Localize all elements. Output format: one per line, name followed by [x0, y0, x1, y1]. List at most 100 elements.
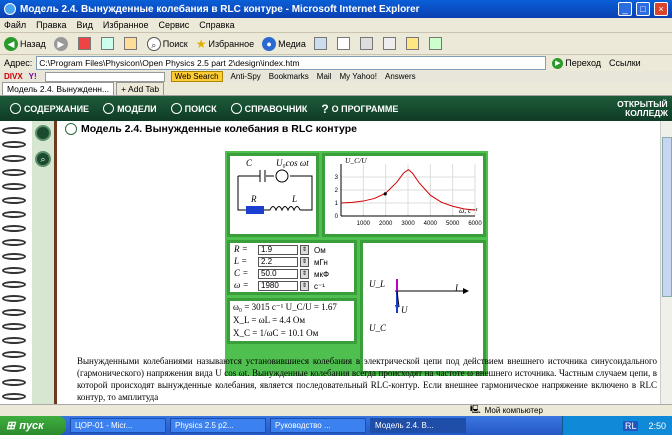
search-button[interactable]: ⌕ Поиск [146, 36, 188, 51]
param-spinner[interactable]: ⇕ [300, 257, 309, 267]
menu-view[interactable]: Вид [77, 20, 93, 30]
param-unit: мГн [314, 258, 328, 267]
y-tick-label: 3 [335, 175, 339, 181]
media-button[interactable]: ● Медиа [262, 36, 306, 51]
inductor-label: L [292, 194, 298, 204]
app-navigation: СОДЕРЖАНИЕ МОДЕЛИ ПОИСК СПРАВОЧНИК ? О ПР… [0, 96, 672, 121]
back-page-button[interactable] [35, 125, 51, 141]
model-icon [65, 123, 77, 135]
nav-models[interactable]: МОДЕЛИ [103, 103, 157, 114]
vertical-scrollbar[interactable] [660, 121, 672, 404]
param-input[interactable]: 1980 [258, 281, 298, 291]
task-physics[interactable]: Physics 2.5 p2... [170, 418, 266, 433]
back-arrow-icon: ◀ [4, 36, 18, 51]
answers-link[interactable]: Answers [385, 72, 416, 81]
results-panel: ω₀ = 3015 c⁻¹ U_C/U = 1.67 X_L = ωL = 4.… [227, 298, 357, 344]
resonance-chart: 1000 2000 3000 4000 5000 6000 3 2 1 0 [335, 164, 482, 227]
y-tick-label: 0 [335, 214, 339, 220]
phasor-uc-label: U_C [369, 323, 387, 333]
forward-arrow-icon: ▶ [53, 36, 68, 51]
y-axis-label: U_C/U [345, 156, 367, 165]
param-spinner[interactable]: ⇕ [300, 245, 309, 255]
start-button[interactable]: ⊞ пуск [0, 416, 66, 435]
history-button[interactable] [313, 37, 329, 50]
menu-help[interactable]: Справка [199, 20, 234, 30]
tab-current[interactable]: Модель 2.4. Вынужденн... [2, 82, 115, 95]
param-input[interactable]: 50.0 [258, 269, 298, 279]
links-label[interactable]: Ссылки [609, 58, 641, 68]
print-icon [359, 37, 373, 50]
task-guide[interactable]: Руководство ... [270, 418, 366, 433]
taskbar: ⊞ пуск ЦОР-01 - Micr... Physics 2.5 p2...… [0, 416, 672, 435]
nav-reference[interactable]: СПРАВОЧНИК [230, 103, 307, 114]
task-cor[interactable]: ЦОР-01 - Micr... [70, 418, 166, 433]
mail-button[interactable] [336, 37, 352, 50]
nav-contents[interactable]: СОДЕРЖАНИЕ [10, 103, 89, 114]
param-unit: Ом [314, 246, 326, 255]
print-button[interactable] [359, 37, 375, 50]
discuss-icon [405, 37, 419, 50]
param-unit: мкФ [314, 270, 330, 279]
source-label: U₀cos ωt [276, 158, 309, 168]
task-model[interactable]: Модель 2.4. В... [370, 418, 466, 433]
zoom-button[interactable]: ⌕ [35, 151, 51, 167]
refresh-button[interactable] [100, 37, 116, 50]
menu-bar: Файл Правка Вид Избранное Сервис Справка [0, 18, 672, 33]
x-tick-label: 5000 [446, 221, 460, 227]
search-icon [170, 103, 182, 114]
stop-button[interactable] [77, 37, 93, 50]
language-indicator[interactable]: RL [622, 420, 639, 431]
mail-link[interactable]: Mail [317, 72, 332, 81]
y-tick-label: 2 [335, 188, 339, 194]
menu-favorites[interactable]: Избранное [103, 20, 149, 30]
add-tab-button[interactable]: + Add Tab [116, 82, 165, 95]
yahoo-search-input[interactable] [44, 71, 165, 82]
close-button[interactable]: × [654, 2, 668, 16]
edit-button[interactable] [382, 37, 398, 50]
messenger-button[interactable] [428, 37, 444, 50]
param-input[interactable]: 2.2 [258, 257, 298, 267]
menu-tools[interactable]: Сервис [158, 20, 189, 30]
go-button[interactable]: ▶ Переход [552, 57, 601, 69]
refresh-icon [100, 37, 114, 50]
maximize-button[interactable]: □ [636, 2, 650, 16]
resonance-graph-panel: 1000 2000 3000 4000 5000 6000 3 2 1 0 U_C/U ω, c⁻… [322, 153, 486, 237]
models-icon [103, 103, 115, 114]
magnifier-icon: ⌕ [40, 154, 46, 164]
clock: 2:50 [648, 420, 666, 431]
phasor-u-label: U [401, 305, 408, 315]
yahoo-logo: Y! [28, 72, 37, 81]
discuss-button[interactable] [405, 37, 421, 50]
param-spinner[interactable]: ⇕ [300, 269, 309, 279]
favorites-button[interactable]: ★ Избранное [196, 37, 254, 51]
minimize-button[interactable]: _ [618, 2, 632, 16]
param-input[interactable]: 1.9 [258, 245, 298, 255]
nav-about[interactable]: ? О ПРОГРАММЕ [321, 102, 398, 116]
x-tick-label: 6000 [468, 221, 482, 227]
nav-search[interactable]: ПОИСК [170, 103, 217, 114]
bookmarks-button[interactable]: Bookmarks [269, 72, 309, 81]
forward-button[interactable]: ▶ [53, 36, 70, 51]
menu-edit[interactable]: Правка [36, 20, 66, 30]
circuit-panel: C U₀cos ωt R L [227, 153, 319, 237]
toolbar: ◀ Назад ▶ ⌕ Поиск ★ Избранное ● Медиа [0, 33, 672, 55]
book-icon [230, 103, 242, 114]
address-bar: Адрес: C:\Program Files\Physicon\Open Ph… [0, 55, 672, 71]
address-input[interactable]: C:\Program Files\Physicon\Open Physics 2… [36, 56, 547, 70]
question-icon: ? [321, 101, 329, 116]
x-axis-label: ω, c⁻¹ [459, 206, 478, 215]
menu-file[interactable]: Файл [4, 20, 26, 30]
anti-spy-button[interactable]: Anti-Spy [231, 72, 261, 81]
scrollbar-thumb[interactable] [662, 137, 672, 297]
home-button[interactable] [123, 37, 139, 50]
mail-icon [336, 37, 350, 50]
web-search-button[interactable]: Web Search [170, 71, 223, 82]
description-text: Вынужденными колебаниями называются уста… [77, 356, 657, 402]
address-label: Адрес: [4, 58, 33, 68]
back-button[interactable]: ◀ Назад [4, 36, 46, 51]
my-yahoo-link[interactable]: My Yahoo! [339, 72, 377, 81]
windows-logo-icon: ⊞ [6, 420, 16, 432]
x-tick-label: 3000 [401, 221, 415, 227]
plus-icon: + [121, 84, 127, 94]
param-spinner[interactable]: ⇕ [300, 281, 309, 291]
